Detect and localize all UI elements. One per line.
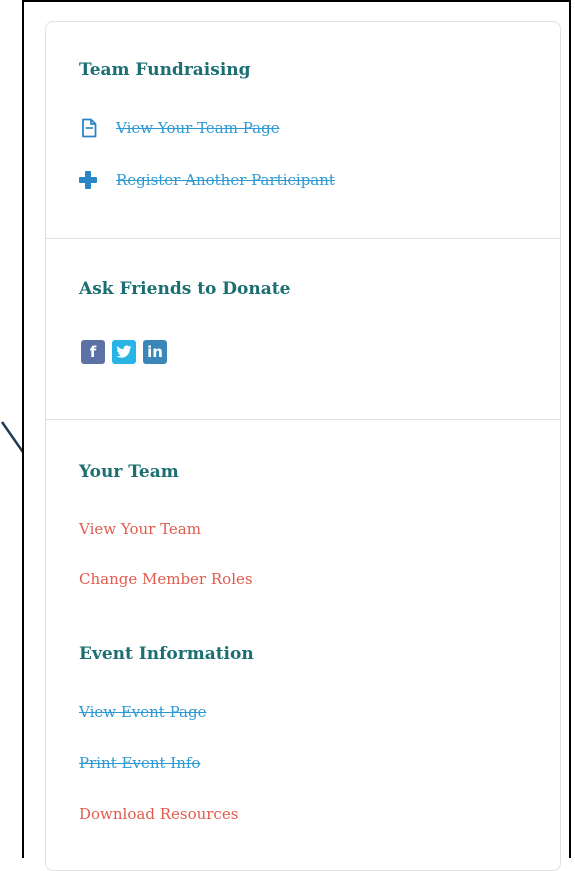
ask-friends-heading: Ask Friends to Donate <box>79 279 291 299</box>
view-event-page-link[interactable]: View Event Page <box>79 703 206 721</box>
facebook-share-button[interactable]: f <box>81 340 105 364</box>
document-icon <box>82 118 97 138</box>
register-participant-link[interactable]: Register Another Participant <box>79 171 335 189</box>
twitter-share-button[interactable] <box>112 340 136 364</box>
team-event-section: Your Team View Your Team Change Member R… <box>46 420 560 870</box>
linkedin-icon: in <box>147 343 163 361</box>
social-share-buttons: f in <box>81 340 167 364</box>
ask-friends-section: Ask Friends to Donate f in <box>46 239 560 420</box>
team-fundraising-section: Team Fundraising View Your Team Page Reg… <box>46 22 560 239</box>
linkedin-share-button[interactable]: in <box>143 340 167 364</box>
screenshot-frame: Team Fundraising View Your Team Page Reg… <box>22 0 571 871</box>
view-your-team-link[interactable]: View Your Team <box>79 520 201 538</box>
facebook-icon: f <box>89 343 97 361</box>
plus-icon <box>79 171 97 189</box>
twitter-bird-icon <box>116 345 132 358</box>
sidebar-card: Team Fundraising View Your Team Page Reg… <box>45 21 561 871</box>
your-team-heading: Your Team <box>79 462 179 482</box>
register-participant-label: Register Another Participant <box>116 171 335 189</box>
event-information-heading: Event Information <box>79 644 254 664</box>
print-event-info-link[interactable]: Print Event Info <box>79 754 200 772</box>
change-member-roles-link[interactable]: Change Member Roles <box>79 570 253 588</box>
view-team-page-label: View Your Team Page <box>116 119 280 137</box>
download-resources-link[interactable]: Download Resources <box>79 805 238 823</box>
view-team-page-link[interactable]: View Your Team Page <box>79 118 280 138</box>
team-fundraising-heading: Team Fundraising <box>79 60 251 80</box>
